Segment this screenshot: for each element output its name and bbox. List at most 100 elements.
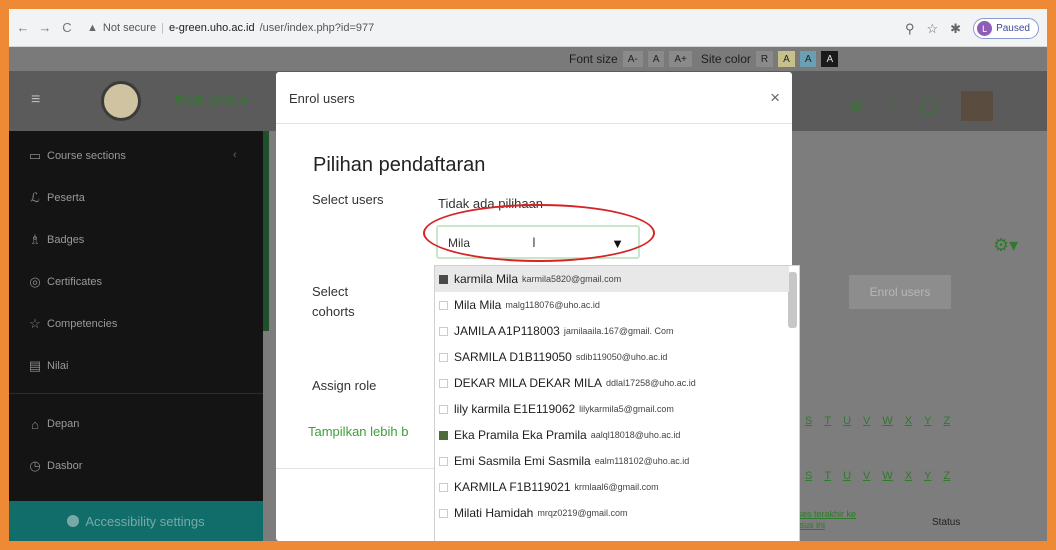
sidebar-item-badges[interactable]: ♗ Badges	[27, 232, 84, 247]
list-item[interactable]: Eka Pramila Eka Pramila aalql18018@uho.ac…	[435, 422, 789, 448]
user-name: Emi Sasmila Emi Sasmila	[454, 454, 591, 468]
letter-link[interactable]: S	[805, 470, 812, 482]
list-item[interactable]: karmila Mila karmila5820@gmail.com	[435, 266, 789, 292]
address-bar[interactable]: ▲ Not secure | e-green.uho.ac.id/user/in…	[87, 22, 374, 34]
collapse-icon[interactable]: ‹	[233, 149, 237, 161]
user-email: sdib119050@uho.ac.id	[575, 352, 668, 362]
site-name-menu[interactable]: Profil UHO ▾	[175, 93, 247, 109]
competency-icon: ☆	[29, 316, 41, 331]
user-email: malg118076@uho.ac.id	[505, 300, 600, 310]
list-item[interactable]: DEKAR MILA DEKAR MILA ddlal17258@uho.ac.i…	[435, 370, 789, 396]
letter-link[interactable]: Z	[943, 415, 950, 427]
sidebar-item-competencies[interactable]: ☆ Competencies	[27, 316, 117, 331]
color-theme-1-button[interactable]: A	[778, 51, 795, 67]
user-avatar-icon	[439, 482, 448, 492]
show-more-link[interactable]: Tampilkan lebih b	[308, 424, 408, 439]
scrollbar-thumb[interactable]	[788, 272, 797, 328]
site-name: Profil UHO	[175, 93, 238, 108]
list-item[interactable]: lily karmila E1E119062 lilykarmila5@gmail…	[435, 396, 789, 422]
sidebar-item-certificates[interactable]: ◎ Certificates	[27, 274, 103, 289]
browser-actions: ⚲ ☆ ✱ L Paused	[905, 18, 1039, 39]
user-name: Milati Hamidah	[454, 506, 534, 520]
close-button[interactable]: ×	[770, 88, 780, 108]
letter-link[interactable]: W	[882, 415, 892, 427]
sidebar-item-dasbor[interactable]: ◷ Dasbor	[27, 458, 83, 473]
letter-link[interactable]: T	[824, 415, 831, 427]
sidebar-item-label: Nilai	[47, 360, 69, 372]
user-name: lily karmila E1E119062	[454, 402, 576, 416]
status-header: Status	[932, 517, 961, 528]
user-email: aalql18018@uho.ac.id	[590, 430, 681, 440]
forward-button[interactable]: →	[37, 20, 53, 35]
message-icon[interactable]: ◯	[921, 96, 939, 116]
user-name: DEKAR MILA DEKAR MILA	[454, 376, 603, 390]
select-cohorts-label: Select cohorts	[312, 284, 355, 319]
settings-gear-icon[interactable]: ⚙▾	[993, 235, 1018, 256]
badge-icon: ♗	[29, 232, 41, 247]
back-button[interactable]: ←	[15, 20, 31, 35]
list-item[interactable]: Mila Mila malg118076@uho.ac.id	[435, 292, 789, 318]
url-domain: e-green.uho.ac.id	[168, 21, 255, 34]
background-enrol-users-button[interactable]: Enrol users	[849, 275, 951, 309]
letter-link[interactable]: Z	[943, 470, 950, 482]
assign-role-label: Assign role	[312, 378, 377, 393]
modal-header: Enrol users ×	[276, 72, 792, 124]
dashboard-icon: ◷	[29, 458, 41, 473]
zoom-icon[interactable]: ⚲	[905, 21, 915, 37]
university-logo[interactable]	[101, 81, 141, 121]
user-name: SARMILA D1B119050	[454, 350, 572, 364]
list-item[interactable]: SARMILA D1B119050 sdib119050@uho.ac.id	[435, 344, 789, 370]
list-item[interactable]: KARMILA F1B119021 krmlaal6@gmail.com	[435, 474, 789, 500]
sidebar-item-nilai[interactable]: ▤ Nilai	[27, 358, 69, 373]
color-reset-button[interactable]: R	[755, 51, 774, 67]
sidebar-item-depan[interactable]: ⌂ Depan	[27, 416, 80, 432]
user-email: karmila5820@gmail.com	[522, 274, 622, 284]
sidebar-item-label: Certificates	[47, 276, 103, 288]
letter-link[interactable]: X	[905, 470, 912, 482]
notification-icon[interactable]: ♢	[884, 96, 898, 116]
user-name: Mila Mila	[454, 298, 502, 312]
list-item[interactable]: Emi Sasmila Emi Sasmila ealm118102@uho.ac…	[435, 448, 789, 474]
reload-button[interactable]: C	[59, 20, 75, 35]
letter-link[interactable]: W	[882, 470, 892, 482]
sidebar-item-label: Peserta	[47, 192, 85, 204]
user-avatar-icon	[439, 274, 448, 284]
profile-avatar: L	[977, 21, 993, 36]
letter-link[interactable]: Y	[924, 470, 931, 482]
language-icon[interactable]: ⊕	[849, 96, 862, 116]
browser-toolbar: ← → C ▲ Not secure | e-green.uho.ac.id/u…	[9, 9, 1047, 47]
user-avatar[interactable]	[960, 91, 993, 121]
alphabet-filter-last: S T U V W X Y Z	[805, 470, 950, 482]
font-decrease-button[interactable]: A-	[622, 51, 643, 67]
sidebar-item-course-sections[interactable]: ▭ Course sections	[27, 148, 126, 163]
list-item[interactable]: JAMILA A1P118003 jamilaaila.167@gmail. Co…	[435, 318, 789, 344]
list-item[interactable]: Milati Hamidah mrqz0219@gmail.com	[435, 500, 789, 526]
profile-status: Paused	[996, 23, 1030, 34]
color-theme-3-button[interactable]: A	[821, 51, 839, 67]
sidebar-item-peserta[interactable]: ℒ Peserta	[27, 190, 85, 205]
sidebar-item-label: Dasbor	[47, 460, 83, 472]
star-icon[interactable]: ☆	[927, 21, 939, 37]
user-avatar-icon	[439, 352, 448, 362]
accessibility-settings-button[interactable]: Accessibility settings	[9, 501, 263, 541]
extensions-icon[interactable]: ✱	[950, 21, 961, 37]
font-reset-button[interactable]: A	[647, 51, 665, 67]
users-icon: ℒ	[30, 190, 40, 205]
letter-link[interactable]: X	[905, 415, 912, 427]
letter-link[interactable]: T	[824, 470, 831, 482]
sidebar: ▭ Course sections ℒ Peserta ♗ Badges ◎ Certi…	[9, 131, 263, 541]
color-theme-2-button[interactable]: A	[799, 51, 817, 67]
highlight-circle	[423, 204, 655, 262]
letter-link[interactable]: V	[863, 415, 870, 427]
letter-link[interactable]: U	[843, 470, 851, 482]
profile-button[interactable]: L Paused	[973, 18, 1039, 39]
url-separator: |	[161, 21, 164, 34]
letter-link[interactable]: V	[863, 470, 870, 482]
letter-link[interactable]: U	[843, 415, 851, 427]
sidebar-item-label: Depan	[47, 418, 80, 430]
menu-icon[interactable]: ≡	[31, 91, 40, 109]
letter-link[interactable]: S	[805, 415, 812, 427]
letter-link[interactable]: Y	[924, 415, 931, 427]
font-increase-button[interactable]: A+	[669, 51, 692, 67]
home-icon: ⌂	[31, 416, 39, 432]
